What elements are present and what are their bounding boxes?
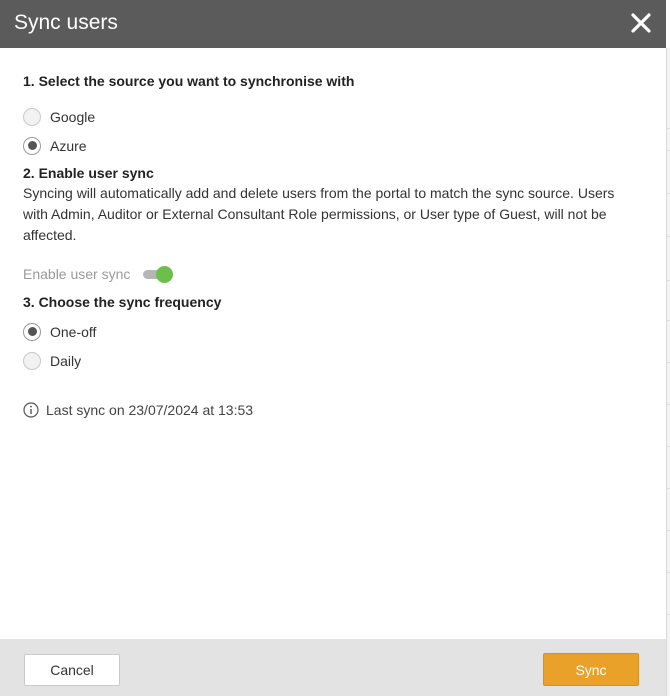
last-sync-info: Last sync on 23/07/2024 at 13:53 — [23, 402, 643, 418]
radio-label: Azure — [50, 137, 87, 154]
background-divider — [666, 488, 670, 489]
background-divider — [666, 193, 670, 194]
google-radio[interactable] — [23, 107, 41, 126]
background-divider — [666, 362, 670, 363]
background-divider — [666, 614, 670, 615]
background-divider — [666, 530, 670, 531]
radio-label: One-off — [50, 323, 97, 340]
info-icon — [23, 402, 39, 418]
radio-option-google[interactable]: Google — [23, 102, 643, 131]
dialog-title: Sync users — [14, 11, 118, 34]
background-divider — [666, 320, 670, 321]
one-off-radio[interactable] — [23, 322, 41, 341]
background-divider — [666, 446, 670, 447]
background-page-edge — [666, 48, 670, 696]
background-divider — [666, 280, 670, 281]
close-button[interactable] — [630, 12, 652, 34]
background-divider — [666, 572, 670, 573]
enable-user-sync-toggle[interactable] — [143, 265, 174, 283]
radio-option-one-off[interactable]: One-off — [23, 317, 643, 346]
radio-label: Google — [50, 108, 96, 125]
radio-option-daily[interactable]: Daily — [23, 346, 643, 375]
close-icon — [631, 13, 651, 33]
background-divider — [666, 128, 670, 129]
background-divider — [666, 236, 670, 237]
radio-label: Daily — [50, 352, 82, 369]
user-sync-heading: 2. Enable user sync — [23, 165, 154, 181]
toggle-knob — [156, 266, 174, 283]
source-heading: 1. Select the source you want to synchro… — [23, 73, 355, 89]
dialog-body: 1. Select the source you want to synchro… — [23, 72, 643, 418]
background-divider — [666, 404, 670, 405]
frequency-heading: 3. Choose the sync frequency — [23, 294, 222, 310]
azure-radio[interactable] — [23, 136, 41, 155]
background-divider — [666, 150, 670, 151]
daily-radio[interactable] — [23, 351, 41, 370]
sync-button[interactable]: Sync — [543, 653, 639, 686]
toggle-label: Enable user sync — [23, 266, 131, 282]
last-sync-text: Last sync on 23/07/2024 at 13:53 — [46, 402, 254, 418]
enable-user-sync-row: Enable user sync — [23, 259, 643, 289]
dialog-footer: Cancel Sync — [0, 639, 666, 696]
sync-users-dialog: Sync users 1. Select the source you want… — [0, 0, 666, 696]
radio-option-azure[interactable]: Azure — [23, 131, 643, 160]
cancel-button[interactable]: Cancel — [24, 654, 120, 686]
user-sync-description: Syncing will automatically add and delet… — [23, 185, 615, 243]
dialog-header: Sync users — [0, 0, 666, 48]
